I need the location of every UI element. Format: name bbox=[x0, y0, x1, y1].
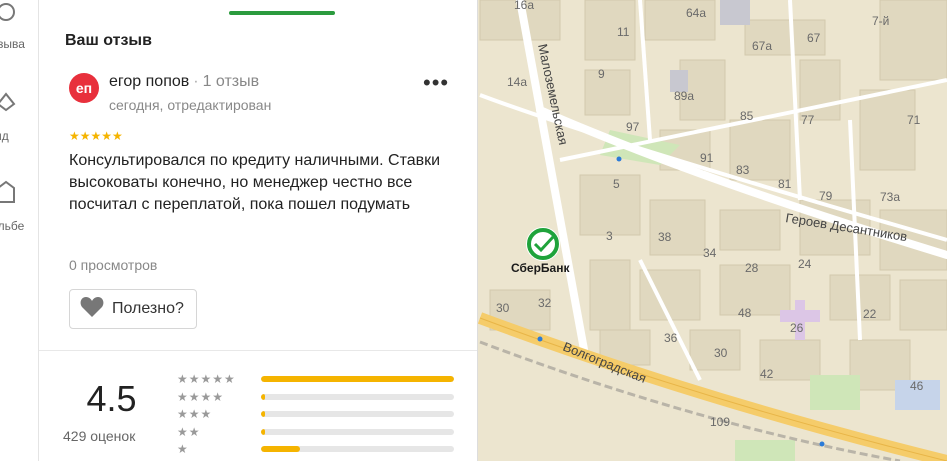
distribution-bar-5 bbox=[261, 376, 454, 382]
author-review-count: 1 отзыв bbox=[202, 73, 260, 90]
rail-label-reviews[interactable]: отзыва bbox=[0, 37, 25, 51]
building-icon[interactable] bbox=[0, 180, 16, 209]
svg-text:85: 85 bbox=[740, 109, 754, 123]
svg-text:38: 38 bbox=[658, 230, 672, 244]
author-name[interactable]: егор попов bbox=[109, 73, 189, 90]
author-line: егор попов · 1 отзыв bbox=[109, 73, 260, 90]
svg-text:16а: 16а bbox=[514, 0, 534, 12]
svg-text:30: 30 bbox=[496, 301, 510, 315]
svg-text:3: 3 bbox=[606, 229, 613, 243]
svg-text:46: 46 bbox=[910, 379, 924, 393]
svg-text:7-й: 7-й bbox=[872, 14, 889, 28]
svg-text:91: 91 bbox=[700, 151, 714, 165]
svg-text:24: 24 bbox=[798, 257, 812, 271]
section-title: Ваш отзыв bbox=[65, 32, 152, 49]
svg-text:83: 83 bbox=[736, 163, 750, 177]
distribution-stars-4: ★★★★ bbox=[177, 390, 225, 404]
svg-text:77: 77 bbox=[801, 113, 815, 127]
rail-label-album[interactable]: альбе bbox=[0, 219, 24, 233]
svg-text:5: 5 bbox=[613, 177, 620, 191]
review-text: Консультировался по кредиту наличными. С… bbox=[69, 152, 441, 213]
svg-text:64а: 64а bbox=[686, 6, 706, 20]
rail-label-info[interactable]: ид bbox=[0, 129, 9, 143]
avatar[interactable]: еп bbox=[69, 73, 99, 103]
svg-text:28: 28 bbox=[745, 261, 759, 275]
distribution-stars-1: ★ bbox=[177, 442, 189, 456]
section-divider bbox=[39, 350, 477, 351]
svg-text:81: 81 bbox=[778, 177, 792, 191]
reviews-icon[interactable] bbox=[0, 2, 16, 29]
svg-text:109: 109 bbox=[710, 415, 730, 429]
distribution-bar-2 bbox=[261, 429, 454, 435]
svg-text:71: 71 bbox=[907, 113, 921, 127]
svg-text:22: 22 bbox=[863, 307, 877, 321]
svg-text:42: 42 bbox=[760, 367, 774, 381]
svg-text:36: 36 bbox=[664, 331, 678, 345]
distribution-stars-3: ★★★ bbox=[177, 407, 213, 421]
svg-text:14а: 14а bbox=[507, 75, 527, 89]
useful-label: Полезно? bbox=[112, 300, 184, 317]
svg-text:89а: 89а bbox=[674, 89, 694, 103]
svg-text:97: 97 bbox=[626, 120, 640, 134]
svg-text:67а: 67а bbox=[752, 39, 772, 53]
left-rail: отзыва ид альбе bbox=[0, 0, 39, 461]
distribution-stars-2: ★★ bbox=[177, 425, 201, 439]
distribution-bar-4 bbox=[261, 394, 454, 400]
review-date: сегодня, отредактирован bbox=[109, 97, 272, 113]
distribution-bar-3 bbox=[261, 411, 454, 417]
distribution-bar-1 bbox=[261, 446, 454, 452]
svg-text:48: 48 bbox=[738, 306, 752, 320]
svg-text:30: 30 bbox=[714, 346, 728, 360]
svg-text:9: 9 bbox=[598, 67, 605, 81]
more-options-button[interactable]: ••• bbox=[423, 72, 449, 94]
heart-icon bbox=[80, 296, 104, 323]
svg-text:73а: 73а bbox=[880, 190, 900, 204]
distribution-stars-5: ★★★★★ bbox=[177, 372, 236, 386]
views-count: 0 просмотров bbox=[69, 257, 158, 273]
active-tab-indicator bbox=[229, 11, 335, 15]
svg-text:11: 11 bbox=[617, 25, 630, 39]
svg-text:79: 79 bbox=[819, 189, 833, 203]
review-panel: Ваш отзыв еп егор попов · 1 отзыв сегодня,… bbox=[39, 0, 478, 461]
svg-text:26: 26 bbox=[790, 321, 804, 335]
rating-count: 429 оценок bbox=[63, 428, 136, 444]
svg-text:34: 34 bbox=[703, 246, 717, 260]
svg-text:67: 67 bbox=[807, 31, 821, 45]
poi-label: СберБанк bbox=[511, 261, 570, 275]
average-rating: 4.5 bbox=[86, 378, 137, 419]
review-stars: ★★★★★ bbox=[69, 129, 123, 143]
location-icon[interactable] bbox=[0, 92, 16, 117]
svg-text:32: 32 bbox=[538, 296, 552, 310]
useful-button[interactable]: Полезно? bbox=[69, 289, 197, 329]
